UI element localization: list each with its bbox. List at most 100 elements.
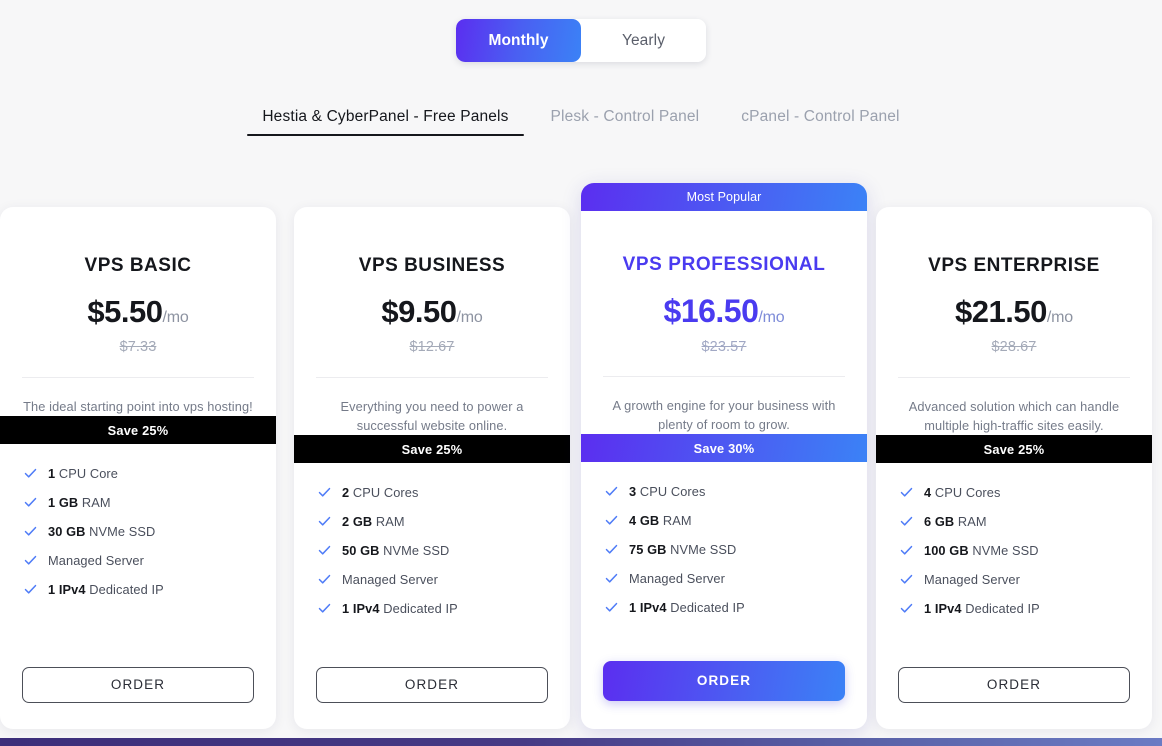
card-body: VPS BUSINESS $9.50/mo $12.67 Everything …	[294, 207, 570, 729]
plan-features-list: 2 CPU Cores 2 GB RAM 50 GB NVMe SSD Managed…	[294, 463, 570, 630]
plan-price-row: $5.50/mo	[0, 296, 276, 327]
plan-price: $16.50	[663, 293, 759, 329]
plan-price: $9.50	[381, 294, 457, 329]
plan-old-price: $23.57	[701, 339, 747, 355]
feature-value: 1 IPv4	[629, 600, 667, 616]
plan-save-label: Save 30%	[693, 440, 755, 456]
plan-tagline: A growth engine for your business with p…	[612, 398, 836, 433]
tab-hestia-cyberpanel-label: Hestia & CyberPanel - Free Panels	[262, 108, 509, 125]
feature-value: 30 GB	[48, 524, 86, 540]
pricing-card-vps-enterprise[interactable]: VPS ENTERPRISE $21.50/mo $28.67 Advanced…	[876, 207, 1152, 729]
order-button[interactable]: ORDER	[898, 667, 1130, 703]
bottom-accent-bar	[0, 738, 1162, 746]
feature-label: 2 GB RAM	[342, 514, 405, 530]
plan-save-label: Save 25%	[107, 422, 169, 438]
feature-item: 100 GB NVMe SSD	[900, 543, 1152, 558]
tab-hestia-cyberpanel[interactable]: Hestia & CyberPanel - Free Panels	[241, 108, 529, 136]
feature-label: 6 GB RAM	[924, 514, 987, 530]
plan-old-price: $28.67	[991, 339, 1037, 355]
plan-old-price: $7.33	[119, 339, 157, 355]
feature-label: 1 IPv4 Dedicated IP	[629, 600, 745, 616]
feature-item: 1 GB RAM	[24, 495, 276, 510]
billing-period-toggle[interactable]: Monthly Yearly	[456, 19, 706, 62]
feature-label: 100 GB NVMe SSD	[924, 543, 1039, 559]
feature-label: 3 CPU Cores	[629, 484, 706, 500]
order-button[interactable]: ORDER	[316, 667, 548, 703]
plan-save-banner: Save 25%	[294, 435, 570, 464]
card-body: VPS PROFESSIONAL $16.50/mo $23.57 A grow…	[581, 211, 867, 729]
check-icon	[24, 525, 37, 538]
plan-price-period: /mo	[1046, 309, 1073, 326]
tab-cpanel-label: cPanel - Control Panel	[741, 108, 900, 125]
check-icon	[318, 573, 331, 586]
check-icon	[900, 573, 913, 586]
check-icon	[318, 544, 331, 557]
feature-value: 1 IPv4	[48, 582, 86, 598]
card-body: VPS ENTERPRISE $21.50/mo $28.67 Advanced…	[876, 207, 1152, 729]
plan-price-row: $16.50/mo	[581, 295, 867, 327]
feature-label: 75 GB NVMe SSD	[629, 542, 737, 558]
feature-label: 1 GB RAM	[48, 495, 111, 511]
features-area: 4 CPU Cores 6 GB RAM 100 GB NVMe SSD Manage…	[876, 463, 1152, 729]
check-icon	[318, 602, 331, 615]
plan-features-list: 1 CPU Core 1 GB RAM 30 GB NVMe SSD Managed …	[0, 444, 276, 611]
billing-option-yearly[interactable]: Yearly	[581, 19, 706, 62]
pricing-card-vps-basic[interactable]: VPS BASIC $5.50/mo $7.33 The ideal start…	[0, 207, 276, 729]
features-area: 1 CPU Core 1 GB RAM 30 GB NVMe SSD Managed …	[0, 444, 276, 729]
feature-value: 1 IPv4	[342, 601, 380, 617]
feature-item: 75 GB NVMe SSD	[605, 542, 867, 557]
feature-item: 4 CPU Cores	[900, 485, 1152, 500]
feature-item: 1 CPU Core	[24, 466, 276, 481]
feature-value: 1 IPv4	[924, 601, 962, 617]
plan-price: $5.50	[87, 294, 163, 329]
feature-item: Managed Server	[318, 572, 570, 587]
plan-save-banner: Save 25%	[0, 416, 276, 445]
feature-label: Managed Server	[48, 553, 145, 569]
feature-item: 1 IPv4 Dedicated IP	[318, 601, 570, 616]
card-body: VPS BASIC $5.50/mo $7.33 The ideal start…	[0, 207, 276, 729]
billing-option-monthly[interactable]: Monthly	[456, 19, 581, 62]
check-icon	[24, 467, 37, 480]
plan-save-label: Save 25%	[983, 441, 1045, 457]
feature-value: 6 GB	[924, 514, 955, 530]
feature-label: Managed Server	[924, 572, 1021, 588]
billing-option-monthly-label: Monthly	[488, 31, 549, 49]
feature-label: 1 IPv4 Dedicated IP	[48, 582, 164, 598]
feature-item: 6 GB RAM	[900, 514, 1152, 529]
plan-price-period: /mo	[162, 309, 189, 326]
pricing-cards-row: VPS BASIC $5.50/mo $7.33 The ideal start…	[0, 183, 1162, 746]
plan-features-list: 3 CPU Cores 4 GB RAM 75 GB NVMe SSD Managed…	[581, 462, 867, 629]
plan-name: VPS ENTERPRISE	[928, 255, 1100, 276]
feature-item: Managed Server	[24, 553, 276, 568]
plan-name: VPS BASIC	[84, 255, 192, 276]
feature-value: 4	[924, 485, 932, 501]
feature-item: 1 IPv4 Dedicated IP	[900, 601, 1152, 616]
check-icon	[605, 543, 618, 556]
plan-name: VPS PROFESSIONAL	[622, 254, 826, 275]
feature-label: 1 CPU Core	[48, 466, 118, 482]
feature-value: 1 GB	[48, 495, 79, 511]
order-button-wrap: ORDER	[294, 667, 570, 729]
feature-value: 100 GB	[924, 543, 969, 559]
feature-label: Managed Server	[342, 572, 439, 588]
feature-item: 3 CPU Cores	[605, 484, 867, 499]
order-button-wrap: ORDER	[876, 667, 1152, 729]
pricing-card-vps-professional[interactable]: Most Popular VPS PROFESSIONAL $16.50/mo …	[581, 183, 867, 729]
plan-save-label: Save 25%	[401, 441, 463, 457]
pricing-card-vps-business[interactable]: VPS BUSINESS $9.50/mo $12.67 Everything …	[294, 207, 570, 729]
order-button[interactable]: ORDER	[22, 667, 254, 703]
feature-item: 2 CPU Cores	[318, 485, 570, 500]
feature-item: 1 IPv4 Dedicated IP	[605, 600, 867, 615]
order-button[interactable]: ORDER	[603, 661, 845, 701]
plan-price-row: $9.50/mo	[294, 296, 570, 327]
check-icon	[318, 486, 331, 499]
billing-toggle-container: Monthly Yearly	[0, 19, 1162, 62]
feature-label: 4 CPU Cores	[924, 485, 1001, 501]
tab-plesk[interactable]: Plesk - Control Panel	[530, 108, 721, 136]
plan-price: $21.50	[955, 294, 1047, 329]
tab-cpanel[interactable]: cPanel - Control Panel	[720, 108, 920, 136]
most-popular-badge: Most Popular	[581, 183, 867, 211]
check-icon	[605, 514, 618, 527]
feature-label: Managed Server	[629, 571, 726, 587]
feature-value: 3	[629, 484, 637, 500]
